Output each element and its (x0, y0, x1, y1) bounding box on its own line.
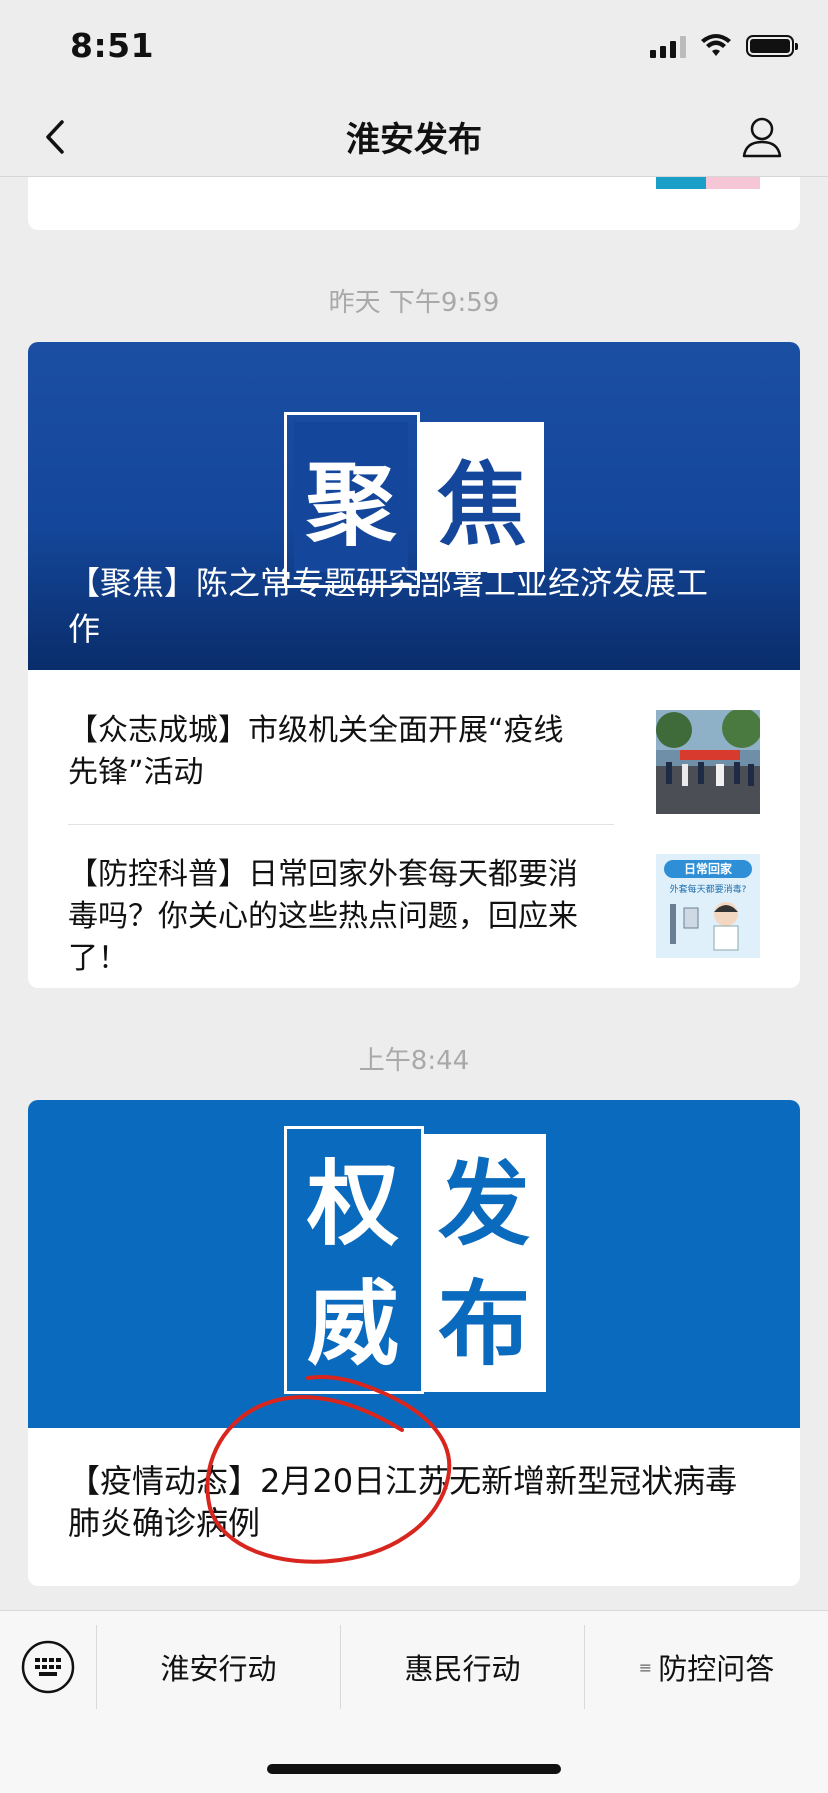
article-title[interactable]: 【防控科普】日常回家外套每天都要消毒吗？你关心的这些热点问题，回应来了！ (68, 854, 590, 980)
page-title: 淮安发布 (346, 120, 482, 160)
list-item[interactable]: 【防控科普】日常回家外套每天都要消毒吗？你关心的这些热点问题，回应来了！ 日常回… (68, 854, 760, 988)
profile-icon[interactable] (740, 112, 784, 162)
navigation-bar: 淮安发布 (0, 98, 828, 177)
menu-item-huimin-action[interactable]: 惠民行动 (341, 1625, 584, 1709)
previous-message-card[interactable] (28, 177, 800, 230)
menu-item-huaian-action[interactable]: 淮安行动 (97, 1625, 340, 1709)
thumbnail-caption: 日常回家 (664, 860, 752, 878)
status-time: 8:51 (70, 26, 155, 65)
keyboard-icon[interactable] (20, 1639, 76, 1695)
article-title[interactable]: 【众志成城】市级机关全面开展“疫线先锋”活动 (68, 710, 590, 794)
thumbnail-image (656, 710, 760, 814)
thumbnail-image: 日常回家 外套每天都要消毒? (656, 854, 760, 958)
thumbnail-peek (656, 177, 760, 189)
message-timestamp: 昨天 下午9:59 (328, 288, 500, 318)
article-card[interactable]: 聚 焦 【聚焦】陈之常专题研究部署工业经济发展工作 【众志成城】市级机关全面开展… (28, 342, 800, 988)
article-title[interactable]: 【疫情动态】2月20日江苏无新增新型冠状病毒肺炎确诊病例 (68, 1460, 760, 1544)
message-timestamp: 上午8:44 (358, 1046, 470, 1076)
hero-banner[interactable]: 聚 焦 【聚焦】陈之常专题研究部署工业经济发展工作 (28, 342, 800, 670)
hero-banner[interactable]: 权 威 发 布 (28, 1100, 800, 1428)
wifi-icon (701, 34, 731, 56)
home-indicator (267, 1764, 561, 1774)
thumbnail-illustration (670, 902, 739, 951)
status-bar: 8:51 (0, 0, 828, 98)
list-item[interactable]: 【众志成城】市级机关全面开展“疫线先锋”活动 (68, 710, 760, 850)
hero-title[interactable]: 【聚焦】陈之常专题研究部署工业经济发展工作 (68, 560, 730, 652)
article-card[interactable]: 权 威 发 布 【疫情动态】2月20日江苏无新增新型冠状病毒肺炎确诊病例 (28, 1100, 800, 1586)
menu-item-label: 防控问答 (658, 1652, 775, 1686)
tile-right-top: 发 (437, 1150, 530, 1258)
status-icons (650, 34, 798, 58)
submenu-icon: ≡ (638, 1657, 653, 1677)
cellular-signal-icon (650, 34, 686, 58)
menu-item-prevention-qa[interactable]: ≡ 防控问答 (585, 1625, 828, 1709)
tile-right: 焦 (420, 422, 544, 572)
tile-left-bottom: 威 (294, 1256, 412, 1378)
tile-left: 聚 (294, 422, 408, 572)
divider (68, 824, 614, 825)
battery-icon (746, 35, 798, 57)
tile-left-top: 权 (294, 1136, 412, 1258)
tile-right-bottom: 布 (437, 1270, 530, 1378)
